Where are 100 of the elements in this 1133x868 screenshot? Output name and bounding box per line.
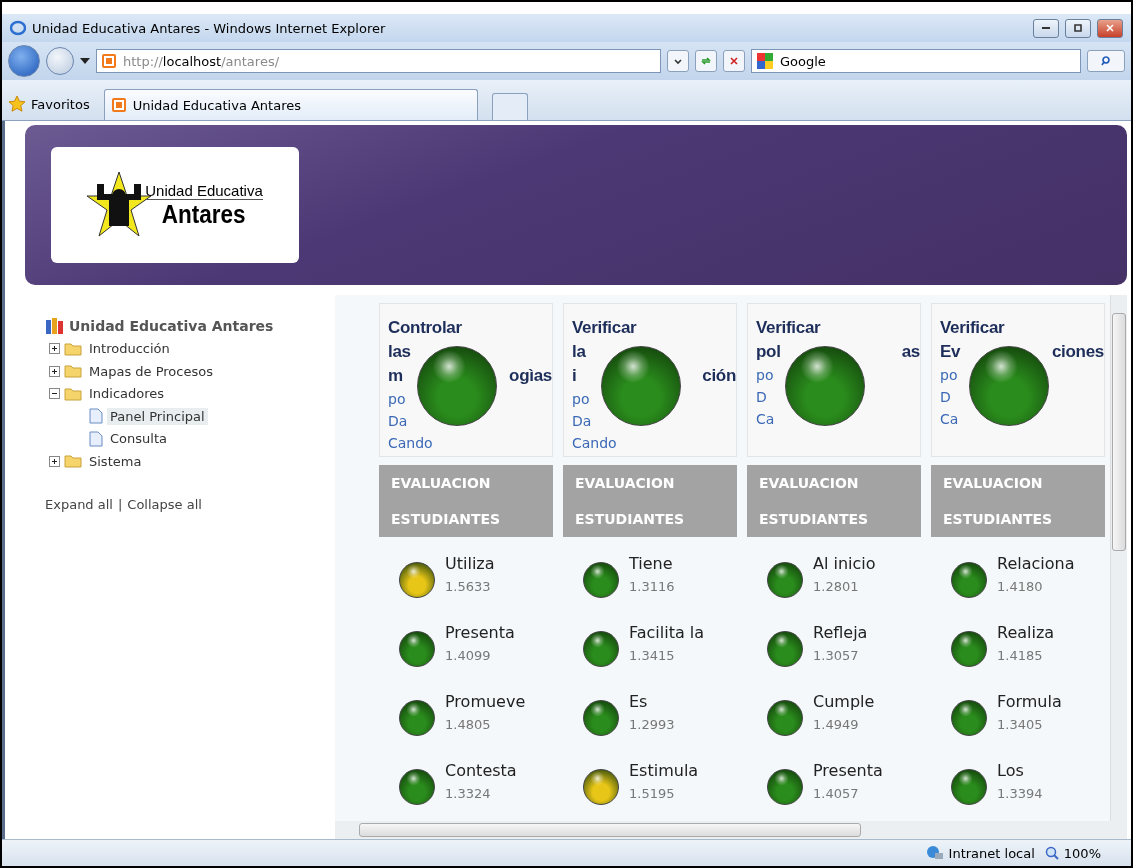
indicator-value: 1.5633 <box>445 578 492 594</box>
expand-toggle-icon[interactable] <box>49 455 60 467</box>
card-title: ción <box>702 365 736 387</box>
folder-icon <box>64 454 82 469</box>
tree-item[interactable]: Mapas de Procesos <box>86 362 216 380</box>
tree-item[interactable]: Panel Principal <box>107 407 208 425</box>
browser-tab[interactable]: Unidad Educativa Antares <box>103 89 478 120</box>
logo-text: Unidad Educativa <box>145 181 263 200</box>
card-subtitle: Cando <box>572 434 618 453</box>
search-icon <box>1101 56 1111 66</box>
zone-text: Intranet local <box>948 845 1035 861</box>
indicator-name: Presenta <box>445 622 515 642</box>
card-title: m <box>388 365 403 387</box>
card-title: i <box>572 365 577 387</box>
collapse-all-link[interactable]: Collapse all <box>127 496 202 512</box>
search-text: Google <box>780 53 826 69</box>
indicator-name: Formula <box>997 691 1062 711</box>
url-text: http://localhost/antares/ <box>123 53 280 69</box>
tree-root[interactable]: Unidad Educativa Antares <box>69 318 274 335</box>
expand-toggle-icon[interactable] <box>49 365 60 377</box>
card-subtitle: Ca <box>756 410 776 429</box>
indicator-value: 1.3116 <box>629 578 675 594</box>
close-button[interactable] <box>1097 18 1123 38</box>
site-icon <box>101 53 117 69</box>
card-subtitle: Ca <box>940 410 960 429</box>
horizontal-scrollbar[interactable] <box>335 821 1127 839</box>
section-header: EVALUACION ESTUDIANTES <box>379 465 553 537</box>
indicator-value: 1.2801 <box>813 578 860 594</box>
card-subtitle: D <box>940 388 952 407</box>
search-button[interactable] <box>1087 50 1125 72</box>
indicator-value: 1.4949 <box>813 716 860 732</box>
expand-toggle-icon[interactable] <box>49 343 60 355</box>
card-subtitle: po <box>756 366 775 385</box>
close-icon <box>1105 23 1115 33</box>
indicator-name: Presenta <box>813 760 883 780</box>
tree-item[interactable]: Consulta <box>107 430 170 448</box>
section-header: EVALUACION ESTUDIANTES <box>747 465 921 537</box>
expand-all-link[interactable]: Expand all <box>45 496 113 512</box>
maximize-button[interactable] <box>1065 18 1091 38</box>
indicator-value: 1.3324 <box>445 785 492 801</box>
maximize-icon <box>1073 23 1083 33</box>
indicator-value: 1.3405 <box>997 716 1044 732</box>
indicator-name: Utiliza <box>445 553 495 573</box>
indicator-name: Relaciona <box>997 553 1075 573</box>
indicator-value: 1.4180 <box>997 578 1044 594</box>
network-icon <box>925 845 944 861</box>
collapse-toggle-icon[interactable] <box>49 388 60 400</box>
minimize-button[interactable] <box>1033 18 1059 38</box>
indicator-value: 1.2993 <box>629 716 675 732</box>
card-title: ogìas <box>509 365 552 387</box>
indicator-value: 1.3057 <box>813 647 860 663</box>
dropdown-icon[interactable] <box>80 58 90 64</box>
stop-button[interactable] <box>723 50 745 72</box>
indicator-value: 1.3415 <box>629 647 676 663</box>
indicator-name: Es <box>629 691 649 711</box>
tree-item[interactable]: Introducción <box>86 340 173 358</box>
card-subtitle: Da <box>388 412 409 431</box>
refresh-icon <box>701 56 711 66</box>
card-subtitle: D <box>756 388 768 407</box>
forward-button[interactable] <box>46 47 74 75</box>
card-subtitle: po <box>940 366 959 385</box>
folder-icon <box>64 341 82 356</box>
indicator-value: 1.4805 <box>445 716 492 732</box>
favorites-button[interactable]: Favoritos <box>8 88 90 120</box>
card-title: ciones <box>1051 341 1104 363</box>
link-separator: | <box>117 496 123 512</box>
folder-icon <box>64 364 82 379</box>
vertical-scrollbar[interactable] <box>1110 295 1127 821</box>
indicator-value: 1.3394 <box>997 785 1043 801</box>
card-subtitle: po <box>388 390 407 409</box>
search-field[interactable]: Google <box>751 49 1081 73</box>
section-header: EVALUACION ESTUDIANTES <box>931 465 1105 537</box>
indicator-value: 1.4057 <box>813 785 860 801</box>
logo-title: Antares <box>162 199 246 229</box>
tree-item[interactable]: Indicadores <box>86 385 168 403</box>
indicator-name: Promueve <box>445 691 526 711</box>
card-title: Verificar <box>756 317 821 339</box>
indicator-value: 1.4185 <box>997 647 1044 663</box>
card-title: pol <box>756 341 781 363</box>
indicator-name: Los <box>997 760 1025 780</box>
address-field[interactable]: http://localhost/antares/ <box>96 49 661 73</box>
card-title: as <box>901 341 920 363</box>
folder-icon <box>64 386 82 401</box>
back-button[interactable] <box>8 45 40 77</box>
search-provider-icon <box>756 52 774 70</box>
zoom-icon <box>1044 846 1059 860</box>
indicator-name: Refleja <box>813 622 868 642</box>
card-title: Verificar <box>572 317 637 339</box>
indicator-name: Estimula <box>629 760 699 780</box>
tree-item[interactable]: Sistema <box>86 452 145 470</box>
card-subtitle: Da <box>572 412 593 431</box>
card-title: Controlar <box>388 317 462 339</box>
site-icon <box>110 97 127 113</box>
indicator-name: Cumple <box>813 691 875 711</box>
zoom-button[interactable]: 100% <box>1044 845 1101 861</box>
indicator-name: Contesta <box>445 760 517 780</box>
window-title: Unidad Educativa Antares - Windows Internet Explorer <box>32 20 387 36</box>
dropdown-button[interactable] <box>667 50 689 72</box>
page-icon <box>89 430 103 447</box>
page-icon <box>89 408 103 425</box>
